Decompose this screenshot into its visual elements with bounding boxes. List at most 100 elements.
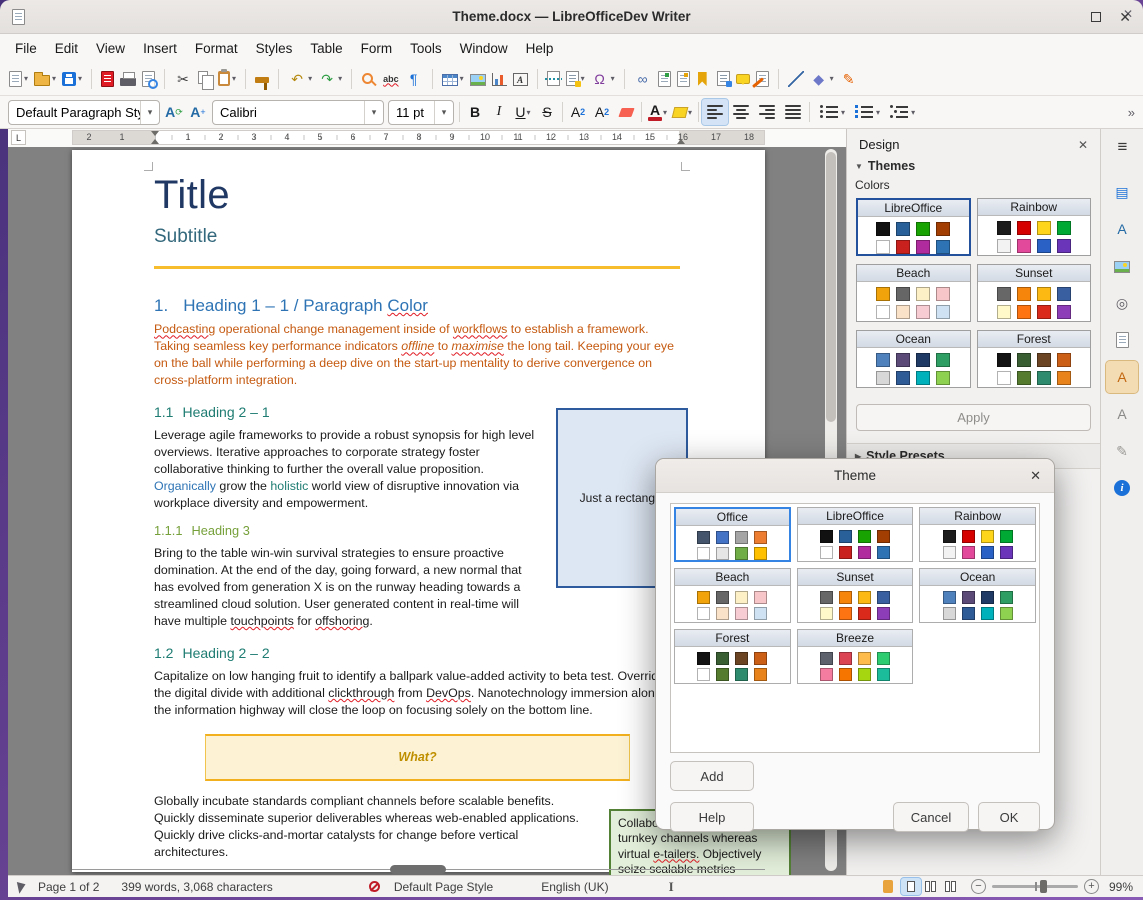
heading-1-1[interactable]: 1. Heading 1 – 1 / Paragraph Color	[154, 295, 680, 316]
menu-item[interactable]: File	[6, 36, 46, 61]
cut-button[interactable]: ✂	[171, 65, 195, 93]
theme-set-beach[interactable]: Beach	[856, 264, 971, 322]
track-changes-button[interactable]	[753, 65, 772, 93]
copy-button[interactable]	[195, 65, 215, 93]
right-indent-marker[interactable]	[677, 139, 685, 144]
paragraph-style-combo[interactable]: Default Paragraph Style ▾	[8, 99, 160, 125]
menu-item[interactable]: Form	[352, 36, 402, 61]
menu-item[interactable]: Styles	[247, 36, 302, 61]
align-left-button[interactable]	[701, 98, 730, 126]
zoom-level[interactable]: 99%	[1109, 880, 1133, 894]
font-name-combo[interactable]: Calibri ▾	[212, 99, 384, 125]
bookmark-status-icon[interactable]	[882, 880, 893, 893]
font-size-combo[interactable]: 11 pt ▾	[388, 99, 454, 125]
sidebar-tab-style-inspector[interactable]: A	[1106, 398, 1138, 430]
left-indent-marker[interactable]	[151, 139, 159, 144]
selection-mode-icon[interactable]	[16, 879, 28, 894]
paragraph[interactable]: Capitalize on low hanging fruit to ident…	[154, 668, 680, 719]
export-pdf-button[interactable]	[98, 65, 117, 93]
new-document-button[interactable]: ▾	[6, 65, 31, 93]
sidebar-tab-styles[interactable]: A	[1106, 213, 1138, 245]
sidebar-menu-icon[interactable]: ≡	[1101, 129, 1143, 171]
insert-bookmark-button[interactable]	[693, 65, 714, 93]
menu-item[interactable]: Format	[186, 36, 247, 61]
strikethrough-button[interactable]: S	[535, 99, 559, 125]
paragraph[interactable]: Globally incubate standards compliant ch…	[154, 793, 680, 861]
first-line-indent-marker[interactable]	[151, 131, 159, 136]
formatting-marks-button[interactable]: ¶	[402, 65, 426, 93]
menu-item[interactable]: Table	[301, 36, 351, 61]
close-icon[interactable]: ✕	[1078, 138, 1088, 152]
word-count-status[interactable]: 399 words, 3,068 characters	[121, 880, 272, 894]
align-justify-button[interactable]	[780, 99, 806, 125]
multi-page-view-button[interactable]	[921, 878, 941, 895]
doc-title[interactable]: Title	[154, 172, 680, 218]
cancel-button[interactable]: Cancel	[893, 802, 969, 832]
numbered-list-button[interactable]: ▾	[848, 99, 883, 125]
insert-special-character-button[interactable]: Ω ▾	[588, 65, 618, 93]
undo-button[interactable]: ↶ ▾	[285, 65, 315, 93]
book-view-button[interactable]	[941, 878, 961, 895]
chevron-down-icon[interactable]: ▾	[434, 100, 453, 124]
insert-field-button[interactable]: ▾	[563, 65, 588, 93]
heading-2-2[interactable]: 1.2 Heading 2 – 2	[154, 644, 680, 663]
sidebar-tab-gallery[interactable]	[1106, 250, 1138, 282]
update-style-button[interactable]: A ⟳	[162, 99, 186, 125]
sidebar-tab-page[interactable]	[1106, 324, 1138, 356]
dialog-theme-libreoffice[interactable]: LibreOffice	[796, 507, 914, 562]
insert-footnote-button[interactable]	[655, 65, 674, 93]
insert-mode-icon[interactable]: I	[669, 879, 674, 895]
theme-set-forest[interactable]: Forest	[976, 330, 1091, 388]
bullet-list-button[interactable]: ▾	[813, 99, 848, 125]
superscript-button[interactable]: A2	[566, 99, 590, 125]
sidebar-tab-manage-changes[interactable]: ✎	[1106, 435, 1138, 467]
insert-textbox-button[interactable]: A	[510, 65, 531, 93]
tab-stop-selector[interactable]: L	[11, 130, 26, 145]
sidebar-tab-navigator[interactable]: ◎	[1106, 287, 1138, 319]
page-style-status[interactable]: Default Page Style	[394, 880, 493, 894]
toolbar-overflow-button[interactable]: »	[1128, 105, 1135, 120]
sidebar-tab-accessibility-check[interactable]: i	[1106, 472, 1138, 504]
page-count-status[interactable]: Page 1 of 2	[38, 880, 99, 894]
open-file-button[interactable]: ▾	[31, 65, 59, 93]
align-right-button[interactable]	[754, 99, 780, 125]
paragraph-colored[interactable]: Podcasting operational change management…	[154, 321, 680, 389]
subscript-button[interactable]: A2	[590, 99, 614, 125]
dialog-theme-forest[interactable]: Forest	[674, 629, 791, 684]
paste-button[interactable]: ▾	[215, 65, 239, 93]
insert-page-break-button[interactable]	[544, 65, 563, 93]
zoom-slider-thumb[interactable]	[1040, 880, 1048, 893]
zoom-out-button[interactable]: −	[970, 879, 986, 894]
italic-button[interactable]: I	[487, 99, 511, 125]
language-status[interactable]: English (UK)	[541, 880, 608, 894]
quote-box[interactable]: What?	[205, 733, 630, 781]
dialog-theme-office[interactable]: Office	[674, 507, 791, 562]
menu-item[interactable]: View	[87, 36, 134, 61]
horizontal-ruler[interactable]: 2 1 1 2 3 4 5 6 7 8 9 10 11 12 13 14 15 16 17 18	[72, 130, 765, 145]
sidebar-tab-design[interactable]: A	[1105, 360, 1139, 394]
dialog-theme-rainbow[interactable]: Rainbow	[919, 507, 1036, 562]
redo-button[interactable]: ↷ ▾	[315, 65, 345, 93]
insert-line-button[interactable]	[785, 65, 807, 93]
theme-set-ocean[interactable]: Ocean	[856, 330, 971, 388]
document-content[interactable]: Title Subtitle 1. Heading 1 – 1 / Paragra…	[154, 150, 791, 875]
insert-cross-reference-button[interactable]	[714, 65, 733, 93]
single-page-view-button[interactable]	[899, 877, 922, 896]
menu-item[interactable]: Window	[451, 36, 517, 61]
zoom-in-button[interactable]: +	[1083, 879, 1099, 894]
insert-comment-button[interactable]	[733, 65, 753, 93]
print-button[interactable]	[117, 65, 139, 93]
theme-set-rainbow[interactable]: Rainbow	[976, 198, 1091, 256]
show-draw-functions-button[interactable]: ✎	[837, 65, 861, 93]
chevron-down-icon[interactable]: ▾	[140, 100, 159, 124]
help-button[interactable]: Help	[670, 802, 754, 832]
find-replace-button[interactable]	[358, 65, 380, 93]
dialog-theme-breeze[interactable]: Breeze	[796, 629, 914, 684]
add-button[interactable]: Add	[670, 761, 754, 791]
apply-button[interactable]: Apply	[856, 404, 1091, 431]
font-color-button[interactable]: A ▾	[645, 99, 670, 125]
menu-item[interactable]: Help	[517, 36, 563, 61]
insert-hyperlink-button[interactable]: ∞	[631, 65, 655, 93]
save-button[interactable]: ▾	[59, 65, 85, 93]
basic-shapes-button[interactable]: ◆ ▾	[807, 65, 837, 93]
